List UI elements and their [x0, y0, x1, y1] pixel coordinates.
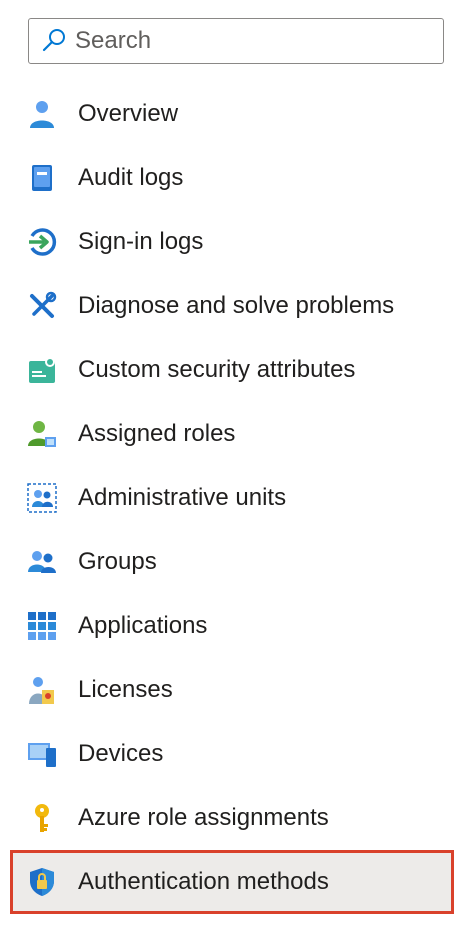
nav-item-label: Custom security attributes — [78, 356, 356, 383]
devices-icon — [28, 743, 56, 767]
nav-item-label: Sign-in logs — [78, 228, 204, 255]
nav-item-label: Devices — [78, 740, 164, 767]
nav-item-label: Administrative units — [78, 484, 287, 511]
shield-lock-icon — [30, 868, 54, 896]
nav-item-applications[interactable]: Applications — [0, 594, 468, 658]
search-icon — [42, 29, 65, 52]
nav-item-administrative-units[interactable]: Administrative units — [0, 466, 468, 530]
nav-item-overview[interactable]: Overview — [0, 82, 468, 146]
nav-item-custom-security-attributes[interactable]: Custom security attributes — [0, 338, 468, 402]
nav-item-azure-role-assignments[interactable]: Azure role assignments — [0, 786, 468, 850]
nav-item-label: Assigned roles — [78, 420, 236, 447]
nav-item-label: Licenses — [78, 676, 173, 703]
nav-item-authentication-methods[interactable]: Authentication methods — [10, 850, 454, 914]
wrench-screwdriver-icon — [30, 291, 57, 318]
key-icon — [35, 804, 49, 832]
search-input[interactable] — [75, 27, 435, 55]
license-icon — [29, 677, 54, 704]
nav-item-sign-in-logs[interactable]: Sign-in logs — [0, 210, 468, 274]
nav-item-label: Groups — [78, 548, 157, 575]
nav-item-label: Audit logs — [78, 164, 184, 191]
grid-icon — [28, 612, 56, 640]
nav-item-licenses[interactable]: Licenses — [0, 658, 468, 722]
user-icon — [30, 101, 54, 128]
nav-item-label: Diagnose and solve problems — [78, 292, 395, 319]
nav-item-groups[interactable]: Groups — [0, 530, 468, 594]
groups-icon — [28, 551, 56, 573]
nav-item-diagnose[interactable]: Diagnose and solve problems — [0, 274, 468, 338]
administrative-units-icon — [27, 483, 57, 513]
nav-item-assigned-roles[interactable]: Assigned roles — [0, 402, 468, 466]
nav-item-label: Overview — [78, 100, 179, 127]
nav-item-devices[interactable]: Devices — [0, 722, 468, 786]
nav-item-label: Azure role assignments — [78, 804, 329, 831]
assigned-roles-icon — [28, 421, 56, 447]
search-box[interactable] — [28, 18, 444, 64]
book-icon — [32, 165, 52, 191]
sign-in-icon — [29, 228, 57, 256]
nav-item-label: Applications — [78, 612, 208, 639]
nav-item-label: Authentication methods — [78, 868, 329, 895]
security-attributes-icon — [29, 357, 55, 383]
nav-item-audit-logs[interactable]: Audit logs — [0, 146, 468, 210]
navigation-menu: Overview Audit logs Sign-in logs Diagnos… — [0, 82, 468, 914]
